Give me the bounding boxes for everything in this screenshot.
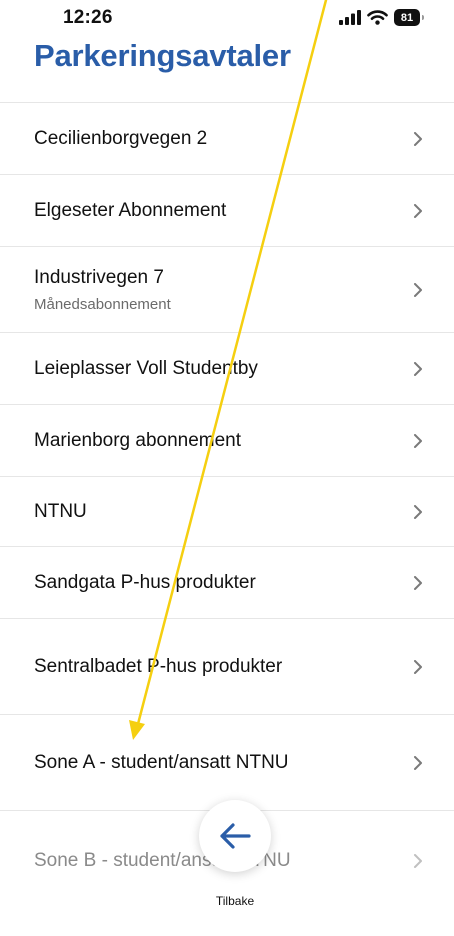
status-time: 12:26 [63, 7, 113, 28]
status-icons: 81 [339, 9, 424, 26]
chevron-right-icon [414, 659, 422, 674]
list-item-label: Sentralbadet P-hus produkter [34, 655, 283, 677]
list-item-label: Industrivegen 7 [34, 266, 164, 288]
back-button[interactable] [199, 800, 271, 872]
chevron-right-icon [414, 853, 422, 868]
arrow-left-icon [220, 823, 251, 849]
signal-icon [339, 10, 361, 25]
list-item-label: Sandgata P-hus produkter [34, 571, 256, 593]
list-item[interactable]: Sone A - student/ansatt NTNU [0, 714, 454, 810]
back-button-label: Tilbake [215, 894, 255, 908]
list-item[interactable]: Leieplasser Voll Studentby [0, 332, 454, 404]
chevron-right-icon [414, 575, 422, 590]
chevron-right-icon [414, 433, 422, 448]
chevron-right-icon [414, 504, 422, 519]
list-item[interactable]: NTNU [0, 476, 454, 546]
battery-indicator: 81 [394, 9, 424, 26]
list-item[interactable]: Industrivegen 7 Månedsabonnement [0, 246, 454, 332]
list-item-subtitle: Månedsabonnement [34, 295, 171, 313]
list-item[interactable]: Elgeseter Abonnement [0, 174, 454, 246]
list-item-label: NTNU [34, 500, 87, 522]
page-title: Parkeringsavtaler [34, 38, 291, 73]
chevron-right-icon [414, 755, 422, 770]
list-item-label: Elgeseter Abonnement [34, 199, 227, 221]
chevron-right-icon [414, 131, 422, 146]
list-item[interactable]: Sentralbadet P-hus produkter [0, 618, 454, 714]
list-item[interactable]: Cecilienborgvegen 2 [0, 102, 454, 174]
list-item-label: Leieplasser Voll Studentby [34, 357, 258, 379]
chevron-right-icon [414, 282, 422, 297]
status-bar: 12:26 81 [0, 0, 454, 40]
list-item-label: Sone A - student/ansatt NTNU [34, 751, 289, 773]
wifi-icon [367, 10, 388, 25]
list-item-label: Cecilienborgvegen 2 [34, 127, 208, 149]
list-item-label: Marienborg abonnement [34, 429, 242, 451]
chevron-right-icon [414, 203, 422, 218]
agreement-list: Cecilienborgvegen 2 Elgeseter Abonnement… [0, 102, 454, 910]
battery-level: 81 [400, 11, 414, 24]
chevron-right-icon [414, 361, 422, 376]
list-item[interactable]: Sandgata P-hus produkter [0, 546, 454, 618]
list-item[interactable]: Marienborg abonnement [0, 404, 454, 476]
battery-cap [422, 15, 424, 20]
